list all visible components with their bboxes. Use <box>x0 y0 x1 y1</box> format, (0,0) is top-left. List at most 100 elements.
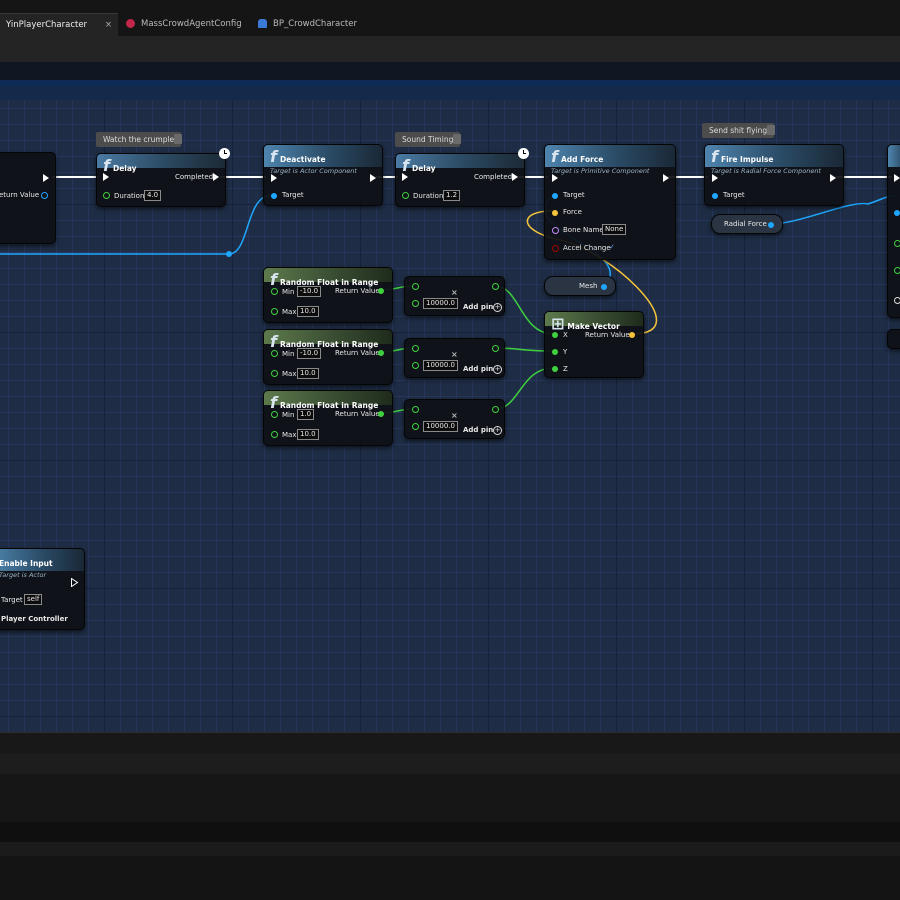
accel-change-pin[interactable] <box>552 245 559 252</box>
force-pin[interactable] <box>552 210 558 216</box>
target-pin[interactable] <box>712 193 718 199</box>
exec-in-pin[interactable] <box>712 174 718 182</box>
z-pin[interactable] <box>552 366 558 372</box>
return-value-pin[interactable] <box>41 192 48 199</box>
x-pin[interactable] <box>552 332 558 338</box>
accel-change-checkbox[interactable]: ✓ <box>609 243 615 251</box>
duration-pin[interactable] <box>103 192 110 199</box>
delay-node[interactable]: f Delay Completed Duration 1.2 <box>395 148 529 207</box>
target-pin[interactable] <box>552 193 558 199</box>
add-force-node[interactable]: f Add Force Target is Primitive Component… <box>544 144 676 260</box>
add-pin-icon[interactable]: + <box>493 365 502 374</box>
radial-force-variable-node[interactable]: Radial Force <box>711 214 783 234</box>
min-pin[interactable] <box>271 411 278 418</box>
max-field[interactable]: 10.0 <box>297 306 319 317</box>
output-pin[interactable] <box>492 345 499 352</box>
comment-bubble[interactable]: Sound Timing <box>395 132 462 147</box>
exec-in-pin[interactable] <box>402 173 408 181</box>
pin[interactable] <box>894 297 900 304</box>
input-pin[interactable] <box>412 345 419 352</box>
enable-input-node[interactable]: Enable Input Target is Actor Target self… <box>0 548 85 630</box>
min-pin[interactable] <box>271 288 278 295</box>
tab-yin-player-character[interactable]: YinPlayerCharacter × <box>0 13 118 36</box>
right-partial-node[interactable] <box>887 329 900 349</box>
min-field[interactable]: -10.0 <box>297 348 322 359</box>
multiply-node[interactable]: × 10000.0 Add pin + <box>404 338 505 378</box>
duration-pin[interactable] <box>402 192 409 199</box>
return-value-pin[interactable] <box>378 288 384 294</box>
multiplier-field[interactable]: 10000.0 <box>423 298 458 309</box>
exec-out-pin[interactable] <box>370 174 376 182</box>
tab-mass-crowd-agent-config[interactable]: MassCrowdAgentConfig <box>120 13 250 36</box>
exec-out-pin[interactable] <box>830 174 836 182</box>
comment-toggle-icon[interactable] <box>453 134 462 144</box>
exec-in-pin[interactable] <box>894 174 900 182</box>
pin[interactable] <box>894 210 900 216</box>
multiplier-field[interactable]: 10000.0 <box>423 421 458 432</box>
input-pin[interactable] <box>412 283 419 290</box>
add-pin-icon[interactable]: + <box>493 303 502 312</box>
output-pin[interactable] <box>492 406 499 413</box>
return-value-pin[interactable] <box>378 411 384 417</box>
input-pin[interactable] <box>412 300 419 307</box>
mesh-pin[interactable] <box>601 284 607 290</box>
exec-out-pin[interactable] <box>71 578 79 587</box>
close-tab-icon[interactable]: × <box>105 14 112 37</box>
exec-out-pin[interactable] <box>43 174 49 182</box>
max-pin[interactable] <box>271 370 278 377</box>
min-field[interactable]: -10.0 <box>297 286 322 297</box>
duration-field[interactable]: 4.0 <box>144 190 162 201</box>
tab-bp-crowd-character[interactable]: BP_CrowdCharacter <box>252 13 382 36</box>
random-float-in-range-node[interactable]: f Random Float in Range Min -10.0 Return … <box>263 267 393 323</box>
mesh-variable-node[interactable]: Mesh <box>544 276 616 296</box>
bone-name-pin[interactable] <box>552 227 559 234</box>
exec-out-pin[interactable] <box>663 174 669 182</box>
max-field[interactable]: 10.0 <box>297 429 319 440</box>
exec-in-pin[interactable] <box>552 174 558 182</box>
input-pin[interactable] <box>412 362 419 369</box>
comment-bubble[interactable]: Watch the crumple <box>96 132 183 147</box>
blueprint-graph-canvas[interactable]: eturn Value Watch the crumple f Delay Com… <box>0 100 900 732</box>
left-partial-node[interactable]: eturn Value <box>0 152 56 244</box>
random-float-in-range-node[interactable]: f Random Float in Range Min -10.0 Return … <box>263 329 393 385</box>
duration-field[interactable]: 1.2 <box>443 190 461 201</box>
target-pin[interactable] <box>271 193 277 199</box>
return-value-pin[interactable] <box>629 332 635 338</box>
make-vector-node[interactable]: ⊞ Make Vector X Return Value Y Z <box>544 311 644 378</box>
add-pin-label[interactable]: Add pin <box>463 426 493 434</box>
bone-name-field[interactable]: None <box>602 224 627 235</box>
delay-node[interactable]: f Delay Completed Duration 4.0 <box>96 148 230 207</box>
min-field[interactable]: 1.0 <box>297 409 315 420</box>
right-partial-node[interactable] <box>887 144 900 318</box>
multiply-node[interactable]: × 10000.0 Add pin + <box>404 399 505 439</box>
multiply-node[interactable]: × 10000.0 Add pin + <box>404 276 505 316</box>
input-pin[interactable] <box>412 423 419 430</box>
comment-toggle-icon[interactable] <box>767 125 776 135</box>
completed-exec-pin[interactable] <box>213 173 219 181</box>
max-field[interactable]: 10.0 <box>297 368 319 379</box>
return-value-pin[interactable] <box>378 350 384 356</box>
output-pin[interactable] <box>492 283 499 290</box>
radial-force-pin[interactable] <box>768 222 774 228</box>
pin[interactable] <box>894 267 900 274</box>
comment-bubble[interactable]: Send shit flying <box>702 123 776 138</box>
add-pin-label[interactable]: Add pin <box>463 303 493 311</box>
target-field[interactable]: self <box>24 594 43 605</box>
exec-in-pin[interactable] <box>103 173 109 181</box>
pin[interactable] <box>894 240 900 247</box>
input-pin[interactable] <box>412 406 419 413</box>
random-float-in-range-node[interactable]: f Random Float in Range Min 1.0 Return Va… <box>263 390 393 446</box>
max-pin[interactable] <box>271 308 278 315</box>
add-pin-label[interactable]: Add pin <box>463 365 493 373</box>
reroute-node <box>226 251 232 257</box>
max-pin[interactable] <box>271 431 278 438</box>
multiplier-field[interactable]: 10000.0 <box>423 360 458 371</box>
fire-impulse-node[interactable]: f Fire Impulse Target is Radial Force Com… <box>704 144 844 206</box>
comment-toggle-icon[interactable] <box>174 134 183 144</box>
add-pin-icon[interactable]: + <box>493 426 502 435</box>
deactivate-node[interactable]: f Deactivate Target is Actor Component Ta… <box>263 144 383 206</box>
exec-in-pin[interactable] <box>271 174 277 182</box>
min-pin[interactable] <box>271 350 278 357</box>
completed-exec-pin[interactable] <box>512 173 518 181</box>
y-pin[interactable] <box>552 349 558 355</box>
